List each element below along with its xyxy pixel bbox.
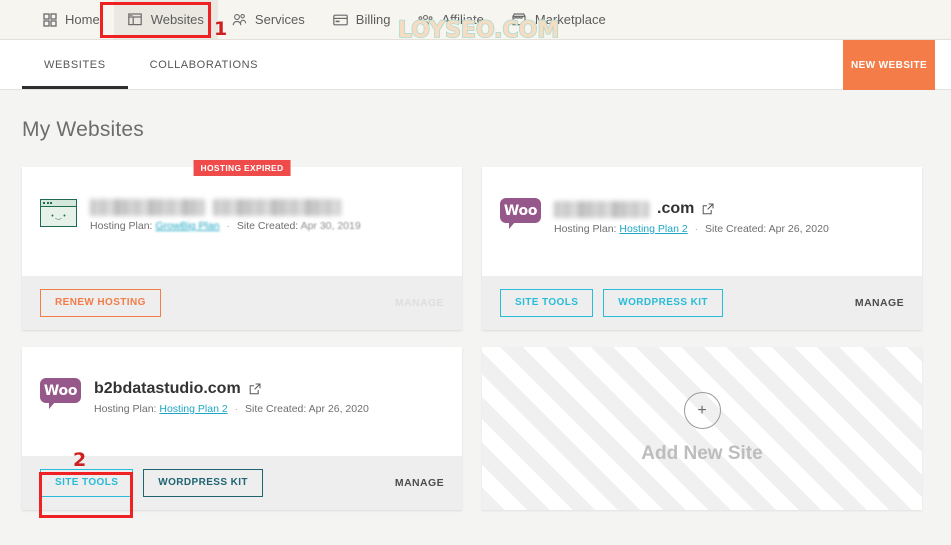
add-new-site-card[interactable]: + Add New Site bbox=[482, 347, 922, 510]
external-link-icon[interactable] bbox=[702, 203, 714, 215]
card-body: • ‿ • Hosting Plan: GrowBig Plan · Site bbox=[22, 167, 462, 276]
services-icon bbox=[232, 12, 247, 27]
new-website-button[interactable]: NEW WEBSITE bbox=[843, 40, 935, 90]
site-created-value: Apr 26, 2020 bbox=[308, 403, 369, 415]
website-card-expired[interactable]: HOSTING EXPIRED • ‿ • Hosting Plan: Grow… bbox=[22, 160, 462, 330]
site-name-suffix: .com bbox=[657, 200, 695, 217]
external-link-icon[interactable] bbox=[249, 383, 261, 395]
site-created-label: Site Created: bbox=[245, 403, 307, 415]
nav-item-services[interactable]: Services bbox=[218, 0, 319, 39]
site-name-redacted bbox=[90, 199, 444, 216]
nav-item-label: Services bbox=[254, 12, 305, 27]
websites-icon bbox=[128, 12, 143, 27]
hosting-plan-link[interactable]: GrowBig Plan bbox=[155, 219, 219, 234]
nav-item-websites[interactable]: Websites bbox=[113, 0, 218, 39]
hosting-plan-label: Hosting Plan: bbox=[90, 220, 153, 232]
site-tools-button[interactable]: SITE TOOLS bbox=[40, 469, 134, 497]
browser-screen-icon: • ‿ • bbox=[40, 199, 77, 227]
meta-separator: · bbox=[226, 220, 231, 232]
woo-logo-text: Woo bbox=[500, 198, 541, 223]
card-footer: RENEW HOSTING MANAGE bbox=[22, 276, 462, 330]
affiliate-people-icon bbox=[418, 12, 434, 27]
wordpress-kit-button[interactable]: WORDPRESS KIT bbox=[603, 289, 723, 317]
redacted-domain bbox=[554, 200, 649, 218]
card-body: Woo b2bdatastudio.com Hosting Plan: Host… bbox=[22, 347, 462, 456]
website-card-b2bdatastudio[interactable]: Woo b2bdatastudio.com Hosting Plan: Host… bbox=[22, 347, 462, 510]
nav-item-label: Marketplace bbox=[534, 12, 606, 27]
manage-link[interactable]: MANAGE bbox=[395, 477, 444, 489]
meta-separator: · bbox=[234, 403, 239, 415]
card-info: .com Hosting Plan: Hosting Plan 2 · Site… bbox=[554, 198, 904, 237]
website-card-redacted[interactable]: Woo .com Hosting Plan: Hosting Plan 2 · … bbox=[482, 167, 922, 330]
nav-item-marketplace[interactable]: Marketplace bbox=[498, 0, 620, 39]
site-name-text: b2bdatastudio.com bbox=[94, 380, 241, 397]
manage-link-disabled: MANAGE bbox=[394, 297, 444, 309]
status-badge: HOSTING EXPIRED bbox=[193, 160, 291, 176]
site-name: b2bdatastudio.com bbox=[94, 379, 444, 399]
websites-grid: HOSTING EXPIRED • ‿ • Hosting Plan: Grow… bbox=[22, 160, 929, 510]
add-new-site-label: Add New Site bbox=[641, 443, 763, 464]
hosting-plan-link[interactable]: Hosting Plan 2 bbox=[619, 223, 687, 235]
card-footer: SITE TOOLS WORDPRESS KIT MANAGE bbox=[22, 456, 462, 510]
site-meta: Hosting Plan: Hosting Plan 2 · Site Crea… bbox=[94, 402, 444, 417]
card-info: Hosting Plan: GrowBig Plan · Site Create… bbox=[90, 198, 444, 234]
nav-item-label: Websites bbox=[150, 12, 204, 27]
nav-item-label: Affiliate bbox=[441, 12, 484, 27]
woocommerce-icon: Woo bbox=[40, 378, 81, 410]
site-created-label: Site Created: bbox=[705, 223, 767, 235]
grid-icon bbox=[42, 12, 57, 27]
siteground-client-area: Home Websites Services Billing Affiliate… bbox=[0, 0, 951, 545]
nav-item-label: Home bbox=[65, 12, 100, 27]
manage-link[interactable]: MANAGE bbox=[855, 297, 904, 309]
site-tools-button[interactable]: SITE TOOLS bbox=[500, 289, 594, 317]
marketplace-store-icon bbox=[512, 12, 527, 27]
hosting-plan-label: Hosting Plan: bbox=[554, 223, 617, 235]
site-name: .com bbox=[554, 199, 904, 219]
nav-item-affiliate[interactable]: Affiliate bbox=[404, 0, 497, 39]
nav-item-home[interactable]: Home bbox=[28, 0, 114, 39]
site-created-value: Apr 26, 2020 bbox=[768, 223, 829, 235]
nav-item-billing[interactable]: Billing bbox=[319, 0, 405, 39]
meta-separator: · bbox=[694, 223, 699, 235]
tab-collaborations[interactable]: COLLABORATIONS bbox=[128, 40, 280, 89]
card-footer: SITE TOOLS WORDPRESS KIT MANAGE bbox=[482, 276, 922, 330]
page-content: My Websites HOSTING EXPIRED • ‿ • Hostin… bbox=[0, 90, 951, 545]
site-meta: Hosting Plan: Hosting Plan 2 · Site Crea… bbox=[554, 222, 904, 237]
site-meta: Hosting Plan: GrowBig Plan · Site Create… bbox=[90, 219, 444, 234]
card-info: b2bdatastudio.com Hosting Plan: Hosting … bbox=[94, 378, 444, 417]
primary-navigation: Home Websites Services Billing Affiliate… bbox=[0, 0, 951, 40]
redacted-domain bbox=[90, 199, 205, 216]
wordpress-kit-button[interactable]: WORDPRESS KIT bbox=[143, 469, 263, 497]
tab-label: WEBSITES bbox=[44, 58, 106, 71]
page-title: My Websites bbox=[22, 118, 145, 141]
secondary-navigation: WEBSITES COLLABORATIONS NEW WEBSITE bbox=[0, 40, 951, 90]
nav-item-label: Billing bbox=[355, 12, 391, 27]
tab-websites[interactable]: WEBSITES bbox=[22, 40, 128, 89]
card-body: Woo .com Hosting Plan: Hosting Plan 2 · … bbox=[482, 167, 922, 276]
billing-card-icon bbox=[332, 12, 348, 27]
tab-label: COLLABORATIONS bbox=[149, 58, 259, 71]
hosting-plan-label: Hosting Plan: bbox=[94, 403, 157, 415]
site-created-value: Apr 30, 2019 bbox=[300, 220, 361, 232]
hosting-plan-link[interactable]: Hosting Plan 2 bbox=[159, 403, 227, 415]
redacted-domain bbox=[213, 199, 341, 216]
woo-logo-text: Woo bbox=[40, 378, 81, 403]
site-created-label: Site Created: bbox=[236, 220, 299, 232]
renew-hosting-button[interactable]: RENEW HOSTING bbox=[40, 289, 161, 317]
woocommerce-icon: Woo bbox=[500, 198, 541, 230]
plus-icon: + bbox=[683, 392, 721, 429]
